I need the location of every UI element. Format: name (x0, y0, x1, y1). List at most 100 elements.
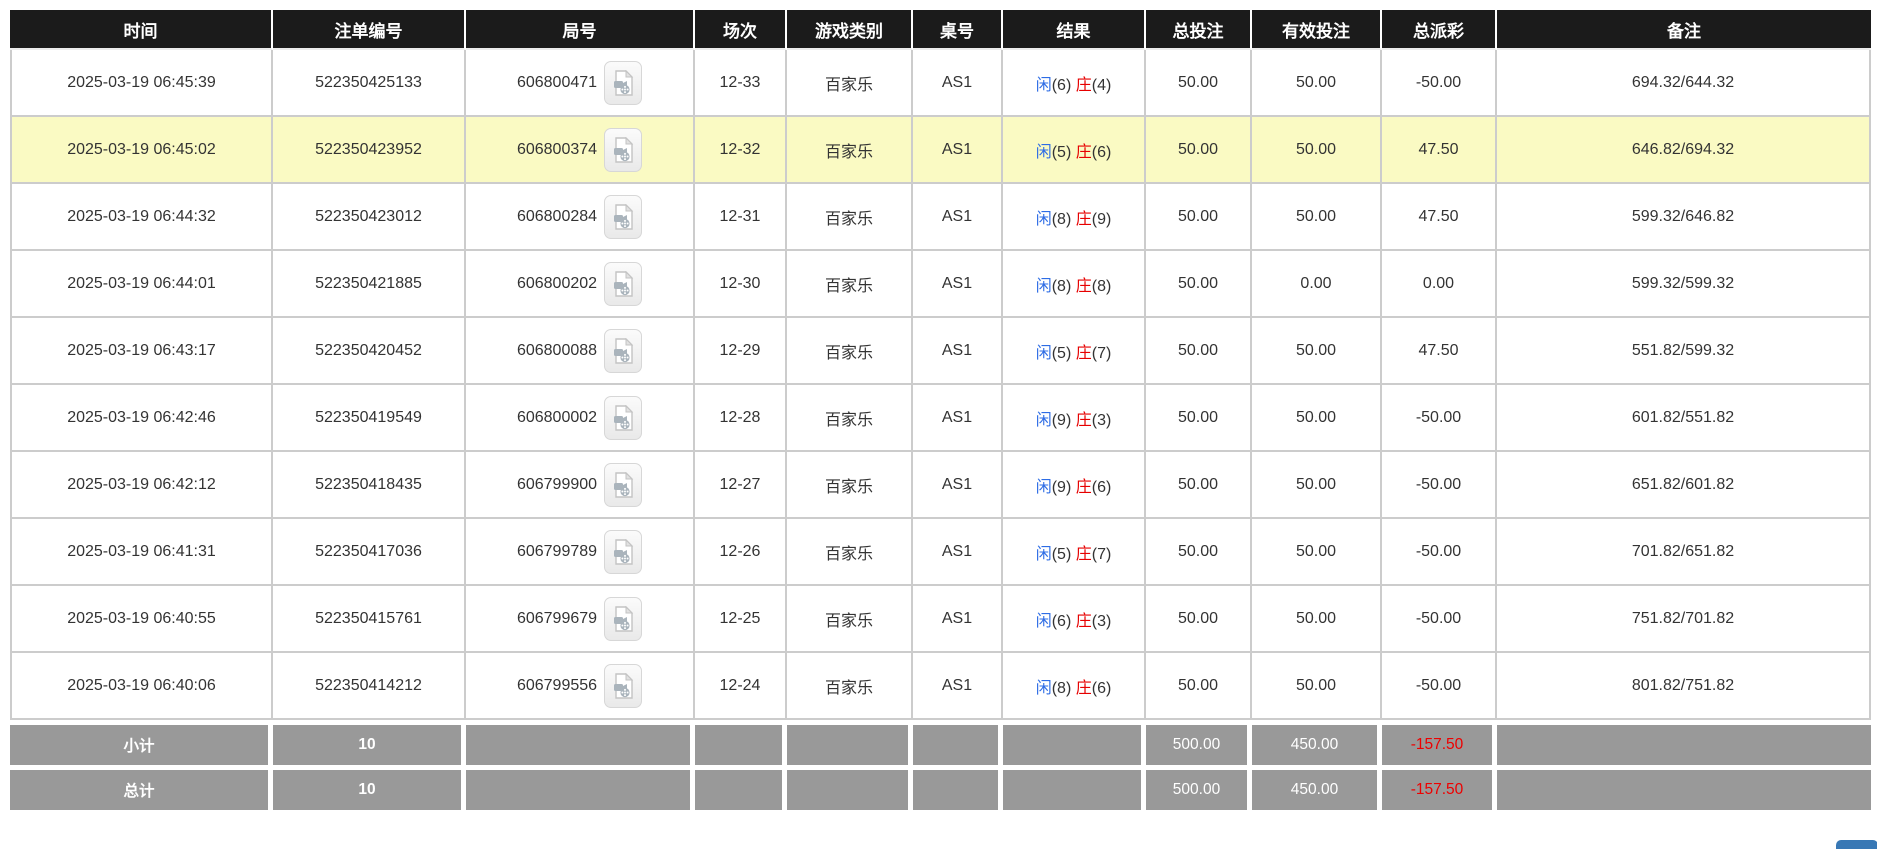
cell-total-bet: 50.00 (1146, 519, 1252, 586)
cell-game-type: 百家乐 (787, 519, 913, 586)
cell-game-type: 百家乐 (787, 50, 913, 117)
cell-result: 闲(6) 庄(3) (1003, 586, 1146, 653)
cell-time: 2025-03-19 06:40:06 (10, 653, 273, 720)
player-score: (5) (1052, 144, 1076, 161)
cell-session: 12-33 (695, 50, 787, 117)
record-row[interactable]: 2025-03-19 06:40:06522350414212606799556… (10, 653, 1871, 720)
summary-payout-value: -157.50 (1411, 736, 1464, 753)
record-row[interactable]: 2025-03-19 06:44:01522350421885606800202… (10, 251, 1871, 318)
record-row[interactable]: 2025-03-19 06:43:17522350420452606800088… (10, 318, 1871, 385)
record-row[interactable]: 2025-03-19 06:41:31522350417036606799789… (10, 519, 1871, 586)
cell-game-type: 百家乐 (787, 251, 913, 318)
cell-valid-bet: 50.00 (1252, 385, 1382, 452)
record-row[interactable]: 2025-03-19 06:40:55522350415761606799679… (10, 586, 1871, 653)
corner-action-button[interactable] (1836, 840, 1877, 849)
player-score: (8) (1052, 278, 1076, 295)
cell-session: 12-32 (695, 117, 787, 184)
video-replay-button[interactable] (604, 329, 642, 373)
header-row: 时间 注单编号 局号 场次 游戏类别 桌号 结果 总投注 有效投注 总派彩 备注 (10, 10, 1871, 50)
banker-score: (7) (1092, 546, 1112, 563)
cell-valid-bet: 50.00 (1252, 117, 1382, 184)
cell-bet-id: 522350418435 (273, 452, 466, 519)
video-replay-button[interactable] (604, 597, 642, 641)
cell-valid-bet: 50.00 (1252, 184, 1382, 251)
col-header-game-type: 游戏类别 (787, 10, 913, 50)
round-id-group: 606800002 (517, 396, 642, 440)
cell-session: 12-25 (695, 586, 787, 653)
video-file-icon (612, 405, 634, 431)
cell-round-id: 606800471 (466, 50, 695, 117)
player-score: (5) (1052, 345, 1076, 362)
player-score: (8) (1052, 680, 1076, 697)
player-score: (9) (1052, 479, 1076, 496)
cell-remark: 601.82/551.82 (1497, 385, 1871, 452)
record-row[interactable]: 2025-03-19 06:44:32522350423012606800284… (10, 184, 1871, 251)
cell-remark: 751.82/701.82 (1497, 586, 1871, 653)
video-file-icon (612, 338, 634, 364)
summary-empty-session (695, 765, 787, 810)
cell-round-id: 606800284 (466, 184, 695, 251)
banker-label: 庄 (1076, 680, 1092, 697)
cell-payout: -50.00 (1382, 653, 1497, 720)
video-replay-button[interactable] (604, 262, 642, 306)
col-header-time: 时间 (10, 10, 273, 50)
banker-label: 庄 (1076, 345, 1092, 362)
col-header-round-id: 局号 (466, 10, 695, 50)
cell-remark: 701.82/651.82 (1497, 519, 1871, 586)
cell-table-id: AS1 (913, 586, 1003, 653)
cell-bet-id: 522350415761 (273, 586, 466, 653)
video-replay-button[interactable] (604, 128, 642, 172)
cell-payout: -50.00 (1382, 519, 1497, 586)
video-file-icon (612, 204, 634, 230)
banker-label: 庄 (1076, 144, 1092, 161)
player-score: (8) (1052, 211, 1076, 228)
banker-score: (6) (1092, 680, 1112, 697)
video-replay-button[interactable] (604, 463, 642, 507)
video-replay-button[interactable] (604, 61, 642, 105)
cell-session: 12-26 (695, 519, 787, 586)
cell-payout: 47.50 (1382, 184, 1497, 251)
record-row[interactable]: 2025-03-19 06:42:12522350418435606799900… (10, 452, 1871, 519)
record-row[interactable]: 2025-03-19 06:42:46522350419549606800002… (10, 385, 1871, 452)
player-label: 闲 (1036, 211, 1052, 228)
video-replay-button[interactable] (604, 530, 642, 574)
video-replay-button[interactable] (604, 664, 642, 708)
cell-result: 闲(9) 庄(6) (1003, 452, 1146, 519)
round-id-text: 606800284 (517, 208, 597, 226)
cell-table-id: AS1 (913, 385, 1003, 452)
banker-score: (6) (1092, 144, 1112, 161)
cell-total-bet: 50.00 (1146, 385, 1252, 452)
cell-game-type: 百家乐 (787, 117, 913, 184)
summary-empty-remark (1497, 765, 1871, 810)
cell-payout: -50.00 (1382, 586, 1497, 653)
player-score: (6) (1052, 613, 1076, 630)
summary-empty-table (913, 720, 1003, 765)
cell-result: 闲(8) 庄(8) (1003, 251, 1146, 318)
cell-session: 12-31 (695, 184, 787, 251)
cell-round-id: 606799556 (466, 653, 695, 720)
col-header-bet-id: 注单编号 (273, 10, 466, 50)
player-label: 闲 (1036, 546, 1052, 563)
col-header-total-bet: 总投注 (1146, 10, 1252, 50)
round-id-group: 606799789 (517, 530, 642, 574)
banker-score: (6) (1092, 479, 1112, 496)
cell-table-id: AS1 (913, 452, 1003, 519)
cell-valid-bet: 50.00 (1252, 519, 1382, 586)
record-row[interactable]: 2025-03-19 06:45:02522350423952606800374… (10, 117, 1871, 184)
banker-label: 庄 (1076, 546, 1092, 563)
video-replay-button[interactable] (604, 195, 642, 239)
cell-payout: 47.50 (1382, 117, 1497, 184)
video-replay-button[interactable] (604, 396, 642, 440)
cell-time: 2025-03-19 06:42:12 (10, 452, 273, 519)
cell-payout: -50.00 (1382, 385, 1497, 452)
video-file-icon (612, 472, 634, 498)
cell-time: 2025-03-19 06:41:31 (10, 519, 273, 586)
round-id-group: 606800088 (517, 329, 642, 373)
cell-session: 12-24 (695, 653, 787, 720)
cell-round-id: 606800374 (466, 117, 695, 184)
record-row[interactable]: 2025-03-19 06:45:39522350425133606800471… (10, 50, 1871, 117)
round-id-text: 606799789 (517, 543, 597, 561)
cell-valid-bet: 50.00 (1252, 586, 1382, 653)
cell-valid-bet: 50.00 (1252, 318, 1382, 385)
cell-bet-id: 522350421885 (273, 251, 466, 318)
